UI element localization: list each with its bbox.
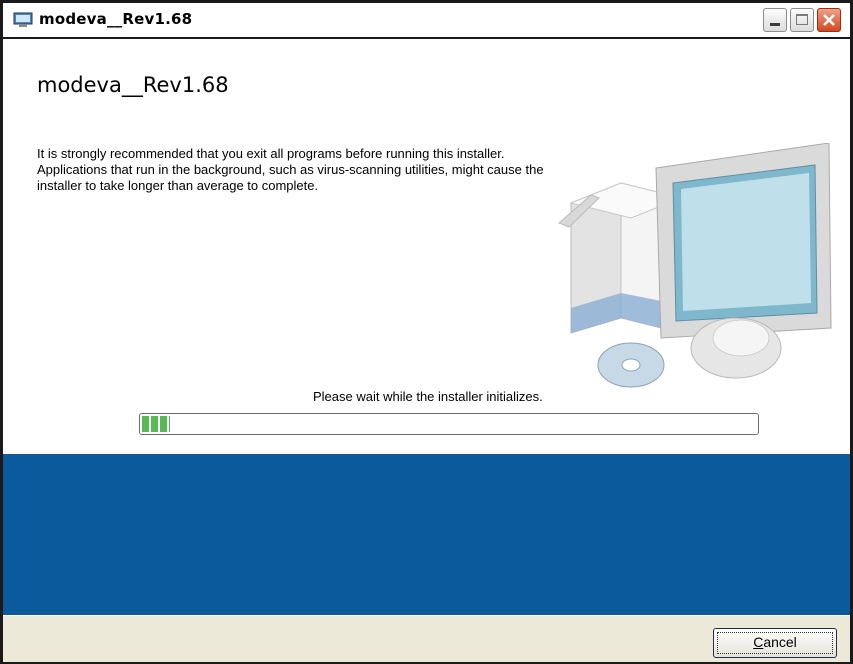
recommendation-text: It is strongly recommended that you exit… [37,146,544,193]
window-title: modeva__Rev1.68 [39,10,193,28]
installer-window: modeva__Rev1.68 modeva__Rev1.68 It is st… [0,0,853,664]
cancel-button[interactable]: Cancel [713,628,837,658]
status-text: Please wait while the installer initiali… [313,389,543,404]
blue-band [3,454,850,615]
installer-icon [13,12,33,27]
progress-bar [139,413,759,435]
page-heading: modeva__Rev1.68 [37,73,229,97]
minimize-button[interactable] [763,8,787,32]
progress-fill [142,416,170,432]
cancel-label: Cancel [714,634,836,650]
maximize-button[interactable] [790,8,814,32]
close-button[interactable] [817,8,841,32]
title-bar[interactable]: modeva__Rev1.68 [3,3,850,39]
cancel-label-rest: ancel [763,634,797,650]
minimize-icon [770,23,780,26]
cancel-mnemonic: C [753,634,764,650]
close-icon [823,14,835,26]
maximize-icon [796,14,808,25]
computer-with-cd-icon [558,143,832,388]
